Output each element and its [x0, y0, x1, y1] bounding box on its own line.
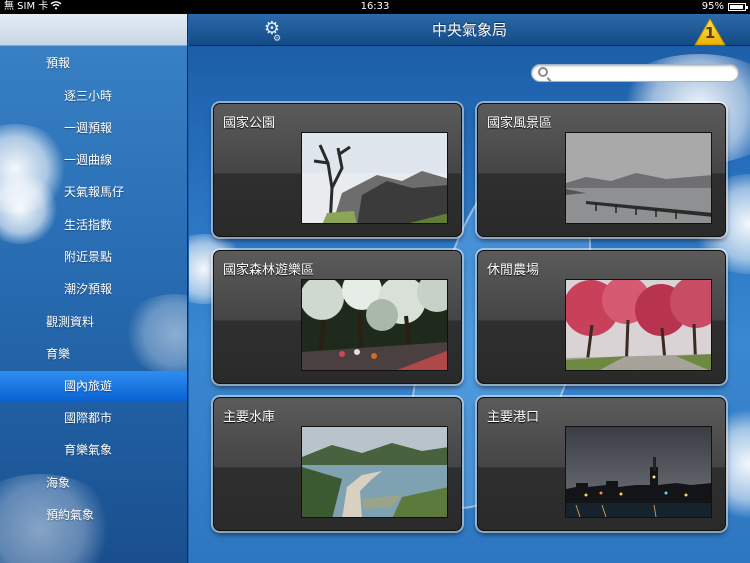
harbor-night-photo — [565, 426, 712, 518]
alert-count: 1 — [704, 24, 716, 42]
sidebar-item-observations[interactable]: 觀測資料 — [0, 307, 187, 337]
card-main-harbor[interactable]: 主要港口 — [477, 397, 726, 531]
sidebar-item-nearby-spots[interactable]: 附近景點 — [0, 242, 187, 272]
warning-alert-button[interactable]: 1 — [694, 18, 726, 46]
page-title: 中央氣象局 — [431, 21, 507, 39]
sidebar-item-weather-reporter[interactable]: 天氣報馬仔 — [0, 177, 187, 207]
battery-icon — [728, 3, 748, 11]
sidebar: 預報 逐三小時 一週預報 一週曲線 天氣報馬仔 生活指數 附近景點 潮汐預報 觀… — [0, 14, 188, 563]
card-leisure-farm[interactable]: 休閒農場 — [477, 250, 726, 384]
status-bar: 無 SIM 卡 16:33 95% — [0, 0, 750, 14]
card-national-scenic-area[interactable]: 國家風景區 — [477, 103, 726, 237]
search-input[interactable] — [550, 66, 734, 80]
battery-percent: 95% — [701, 1, 724, 12]
cherry-forest-photo — [301, 279, 448, 371]
card-label: 國家風景區 — [487, 116, 553, 131]
sidebar-item-weekly-forecast[interactable]: 一週預報 — [0, 113, 187, 143]
sidebar-item-recreation-weather[interactable]: 育樂氣象 — [0, 435, 187, 465]
sidebar-item-weekly-curve[interactable]: 一週曲線 — [0, 145, 187, 175]
sidebar-item-forecast[interactable]: 預報 — [0, 48, 187, 78]
card-main-reservoir[interactable]: 主要水庫 — [213, 397, 462, 531]
search-icon — [538, 67, 548, 77]
navigation-bar: ⚙ ⚙ 中央氣象局 1 — [189, 14, 750, 46]
sidebar-item-international-cities[interactable]: 國際都市 — [0, 403, 187, 433]
sidebar-item-marine[interactable]: 海象 — [0, 468, 187, 498]
main-panel: ⚙ ⚙ 中央氣象局 1 國家公園 國家風景區 國家森林遊樂區 休閒農場 主要水庫… — [189, 14, 750, 563]
lake-pier-photo — [565, 132, 712, 224]
reservoir-photo — [301, 426, 448, 518]
mountain-tree-photo — [301, 132, 448, 224]
card-label: 國家森林遊樂區 — [223, 263, 315, 278]
card-label: 休閒農場 — [487, 263, 540, 278]
card-label: 國家公園 — [223, 116, 276, 131]
card-label: 主要水庫 — [223, 410, 276, 425]
sidebar-item-scheduled-weather[interactable]: 預約氣象 — [0, 500, 187, 530]
sidebar-item-recreation[interactable]: 育樂 — [0, 339, 187, 369]
sidebar-header — [0, 14, 187, 46]
card-label: 主要港口 — [487, 410, 540, 425]
sidebar-item-domestic-travel[interactable]: 國內旅遊 — [0, 371, 187, 401]
status-time: 16:33 — [360, 1, 390, 12]
sidebar-item-tide-forecast[interactable]: 潮汐預報 — [0, 274, 187, 304]
sidebar-item-life-index[interactable]: 生活指數 — [0, 210, 187, 240]
pink-blossom-path-photo — [565, 279, 712, 371]
search-bar[interactable] — [531, 64, 739, 82]
sidebar-item-3hour[interactable]: 逐三小時 — [0, 81, 187, 111]
card-national-park[interactable]: 國家公園 — [213, 103, 462, 237]
card-national-forest-recreation-area[interactable]: 國家森林遊樂區 — [213, 250, 462, 384]
